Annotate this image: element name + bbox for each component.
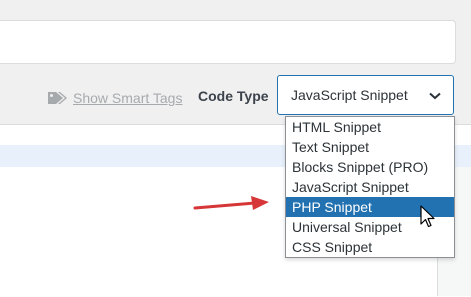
option-html-snippet[interactable]: HTML Snippet (286, 117, 454, 137)
code-type-dropdown: HTML Snippet Text Snippet Blocks Snippet… (285, 116, 455, 258)
option-text-snippet[interactable]: Text Snippet (286, 137, 454, 157)
top-panel (0, 20, 456, 64)
code-type-select-value: JavaScript Snippet (291, 87, 408, 103)
option-javascript-snippet[interactable]: JavaScript Snippet (286, 177, 454, 197)
show-smart-tags-label: Show Smart Tags (73, 90, 183, 106)
option-css-snippet[interactable]: CSS Snippet (286, 237, 454, 257)
chevron-down-icon (429, 87, 441, 103)
tag-icon (47, 90, 69, 106)
show-smart-tags-link[interactable]: Show Smart Tags (47, 89, 182, 107)
red-arrow-icon (193, 194, 273, 219)
mouse-pointer-icon (420, 205, 436, 234)
code-type-select[interactable]: JavaScript Snippet (277, 75, 454, 115)
option-blocks-snippet-pro[interactable]: Blocks Snippet (PRO) (286, 157, 454, 177)
code-type-label: Code Type (198, 88, 269, 104)
